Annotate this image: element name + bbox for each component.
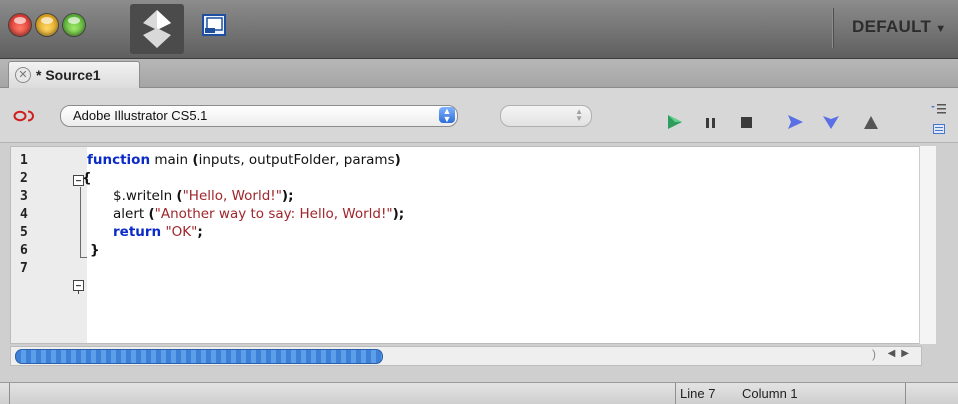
panel-menu-icon[interactable] <box>930 103 946 117</box>
target-application-value: Adobe Illustrator CS5.1 <box>73 108 208 123</box>
code-line-2: { <box>82 170 92 186</box>
select-arrows-icon: ▲ ▼ <box>575 107 583 123</box>
code-line-5: return "OK"; <box>113 224 203 240</box>
tab-source1[interactable]: ✕ * Source1 <box>8 61 140 88</box>
toolbar: Adobe Illustrator CS5.1 ▲ ▼ ▲ ▼ <box>0 88 958 143</box>
status-line: Line 7 <box>680 386 716 401</box>
panel-list-icon[interactable] <box>933 124 945 134</box>
string-literal: "OK" <box>161 224 198 240</box>
select-arrows-icon: ▲ ▼ <box>439 107 455 124</box>
pause-icon[interactable] <box>702 114 720 130</box>
status-divider <box>675 383 676 404</box>
line-number: 3 <box>20 189 28 204</box>
paren: ); <box>281 188 294 204</box>
extendscript-logo-icon <box>130 4 184 54</box>
link-icon[interactable] <box>13 110 35 122</box>
tab-label: * Source1 <box>36 67 101 83</box>
line-number: 6 <box>20 243 28 258</box>
line-number: 2 <box>20 171 28 186</box>
close-window-button[interactable] <box>9 14 31 36</box>
line-number-gutter <box>11 147 61 343</box>
step-over-icon[interactable] <box>786 114 804 130</box>
line-number: 4 <box>20 207 28 222</box>
code-line-4: alert ("Another way to say: Hello, World… <box>113 206 404 222</box>
tab-bar: ✕ * Source1 <box>0 59 958 88</box>
paren: ); <box>392 206 405 222</box>
code-text: main <box>150 152 193 168</box>
title-divider <box>832 8 834 48</box>
status-divider <box>9 383 10 404</box>
workspace-menu[interactable]: DEFAULT ▼ <box>852 17 946 37</box>
chevron-down-icon: ▼ <box>935 23 947 35</box>
line-number: 7 <box>20 261 28 276</box>
minimize-window-button[interactable] <box>36 14 58 36</box>
fold-guide-end <box>80 257 87 258</box>
code-line-6: } <box>90 242 100 258</box>
semicolon: ; <box>197 224 203 240</box>
target-application-select[interactable]: Adobe Illustrator CS5.1 ▲ ▼ <box>60 105 458 127</box>
workspace-label: DEFAULT <box>852 17 932 36</box>
engine-select[interactable]: ▲ ▼ <box>500 105 592 127</box>
window-icon[interactable] <box>202 14 226 36</box>
step-into-icon[interactable] <box>822 114 840 130</box>
keyword: function <box>87 152 151 168</box>
code-text: $.writeln <box>113 188 177 204</box>
vertical-scrollbar[interactable] <box>919 146 936 344</box>
zoom-window-button[interactable] <box>63 14 85 36</box>
string-literal: "Hello, World!" <box>182 188 282 204</box>
status-divider <box>905 383 906 404</box>
keyword: return <box>113 224 162 240</box>
code-text: alert <box>113 206 149 222</box>
fold-marker-icon[interactable] <box>73 280 85 294</box>
step-out-icon[interactable] <box>862 114 880 130</box>
code-args: inputs, outputFolder, params <box>198 152 395 168</box>
run-icon[interactable] <box>666 114 684 130</box>
scroll-arrows-icon[interactable]: ◀▶ <box>888 348 915 359</box>
code-editor[interactable]: 1 2 3 4 5 6 7 function main (inputs, out… <box>10 146 920 344</box>
title-bar: DEFAULT ▼ <box>0 0 958 59</box>
horizontal-scrollbar[interactable]: ) ◀▶ <box>10 346 922 366</box>
scrollbar-thumb[interactable] <box>15 349 383 364</box>
status-bar: Line 7 Column 1 <box>0 382 958 404</box>
code-line-1: function main (inputs, outputFolder, par… <box>87 152 401 168</box>
paren: ) <box>394 152 401 168</box>
scrollbar-track-end: ) <box>872 347 876 361</box>
close-icon[interactable]: ✕ <box>15 67 31 83</box>
stop-icon[interactable] <box>738 114 756 130</box>
string-literal: "Another way to say: Hello, World!" <box>154 206 393 222</box>
fold-guide <box>80 187 81 257</box>
line-number: 1 <box>20 153 28 168</box>
status-column: Column 1 <box>742 386 798 401</box>
code-line-3: $.writeln ("Hello, World!"); <box>113 188 294 204</box>
line-number: 5 <box>20 225 28 240</box>
